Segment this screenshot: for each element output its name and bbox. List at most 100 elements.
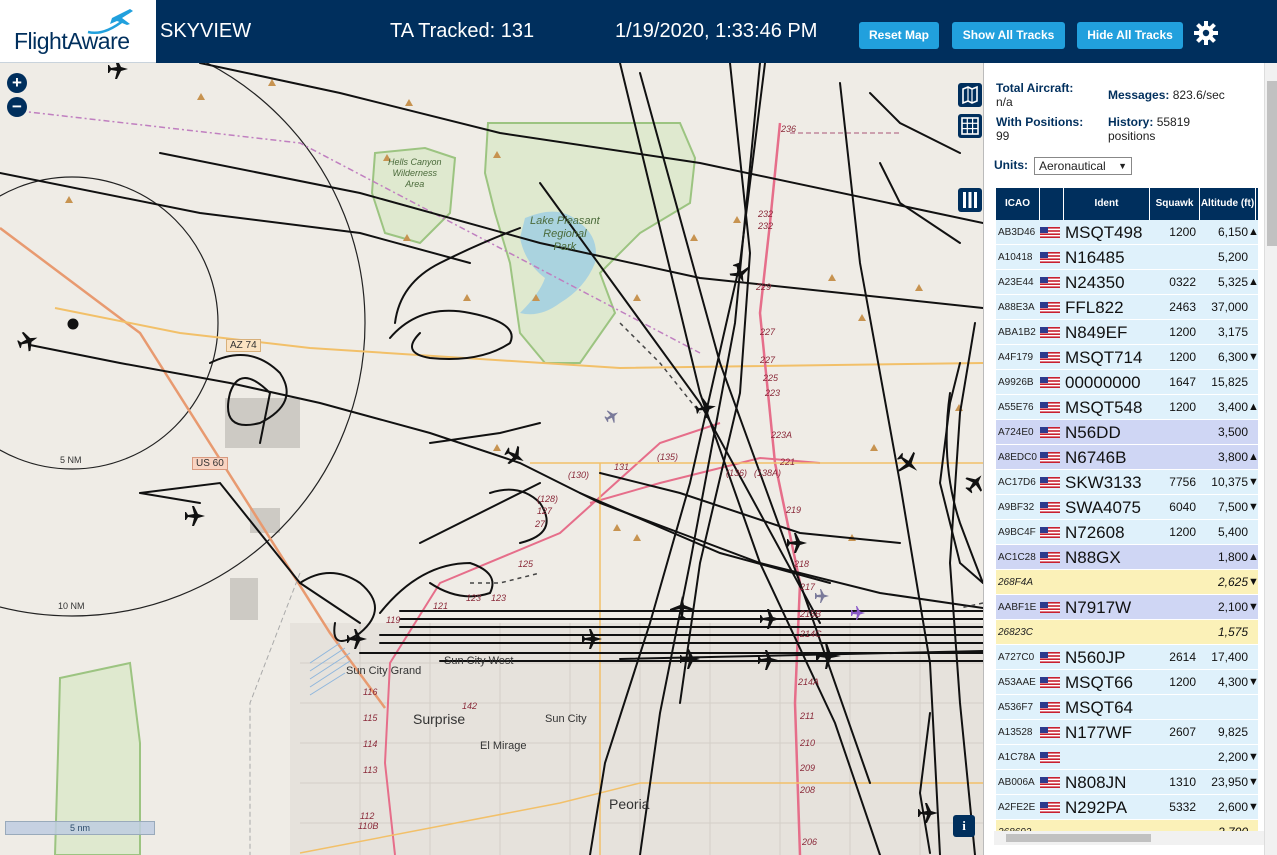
altitude-trend-cell: ▲: [1248, 451, 1258, 463]
altitude-cell: 2,200: [1217, 750, 1248, 764]
messages-stat: Messages: 823.6/sec: [1108, 88, 1225, 102]
table-row[interactable]: A536F7 MSQT64: [996, 695, 1258, 720]
zoom-in-button[interactable]: +: [7, 73, 27, 93]
table-row[interactable]: AC17D6 SKW3133 7756 10,375 ▼: [996, 470, 1258, 495]
exit-label: 227: [760, 327, 776, 337]
exit-label: 232: [758, 221, 774, 231]
horizontal-scroll-thumb[interactable]: [1006, 834, 1151, 842]
show-all-tracks-button[interactable]: Show All Tracks: [952, 22, 1065, 49]
vertical-scrollbar[interactable]: [1264, 63, 1277, 855]
altitude-trend-cell: ▼: [1248, 751, 1258, 763]
squawk-cell: 1200: [1169, 400, 1196, 414]
ident-cell: MSQT64: [1065, 698, 1134, 717]
hide-all-tracks-button[interactable]: Hide All Tracks: [1077, 22, 1183, 49]
flag-cell: [1040, 802, 1060, 813]
table-row[interactable]: A724E0 N56DD 3,500: [996, 420, 1258, 445]
ident-cell: MSQT548: [1065, 398, 1143, 417]
table-row[interactable]: A1C78A 2,200 ▼: [996, 745, 1258, 770]
column-altitude[interactable]: Altitude (ft): [1200, 188, 1256, 220]
table-row[interactable]: AABF1E N7917W 2,100 ▼: [996, 595, 1258, 620]
flag-cell: [1040, 252, 1060, 263]
altitude-trend-cell: [1248, 245, 1258, 270]
icao-cell: A55E76: [998, 402, 1034, 413]
altitude-trend-cell: ▲: [1248, 551, 1258, 563]
exit-label: 215B: [800, 609, 822, 619]
icao-cell: A536F7: [998, 702, 1034, 713]
us-flag-icon: [1040, 752, 1060, 763]
column-icao[interactable]: ICAO: [996, 188, 1040, 220]
squawk-cell: [1146, 695, 1196, 720]
table-row[interactable]: 26823C 1,575: [996, 620, 1258, 645]
column-ident[interactable]: Ident: [1064, 188, 1150, 220]
exit-label: 214A: [798, 677, 820, 687]
table-row[interactable]: A13528 N177WF 2607 9,825: [996, 720, 1258, 745]
ident-cell: N56DD: [1065, 423, 1121, 442]
map-view[interactable]: Hells Canyon Wilderness Area Lake Pleasa…: [0, 63, 983, 855]
table-row[interactable]: A9BF32 SWA4075 6040 7,500 ▼: [996, 495, 1258, 520]
table-row[interactable]: A4F179 MSQT714 1200 6,300 ▼: [996, 345, 1258, 370]
altitude-cell: 17,400: [1211, 650, 1248, 664]
altitude-cell: 15,825: [1211, 375, 1248, 389]
exit-label: 127: [537, 506, 553, 516]
exit-label: (138A): [754, 468, 782, 478]
table-row[interactable]: A55E76 MSQT548 1200 3,400 ▲: [996, 395, 1258, 420]
reset-map-button[interactable]: Reset Map: [859, 22, 939, 49]
us-flag-icon: [1040, 402, 1060, 413]
table-row[interactable]: AB3D46 MSQT498 1200 6,150 ▲: [996, 220, 1258, 245]
squawk-cell: [1146, 445, 1196, 470]
column-squawk[interactable]: Squawk: [1150, 188, 1200, 220]
table-row[interactable]: ABA1B2 N849EF 1200 3,175: [996, 320, 1258, 345]
icao-cell: A23E44: [998, 277, 1034, 288]
table-row[interactable]: 268F4A 2,625 ▼: [996, 570, 1258, 595]
flightaware-logo[interactable]: FlightAware: [0, 0, 156, 63]
exit-label: 218: [794, 559, 810, 569]
exit-label: 206: [802, 837, 818, 847]
table-row[interactable]: AB006A N808JN 1310 23,950 ▼: [996, 770, 1258, 795]
gear-icon[interactable]: [1193, 20, 1219, 46]
table-row[interactable]: A9926B 00000000 1647 15,825: [996, 370, 1258, 395]
exit-label: 225: [763, 373, 779, 383]
table-row[interactable]: A53AAE MSQT66 1200 4,300 ▼: [996, 670, 1258, 695]
app-title: SKYVIEW: [160, 20, 252, 42]
horizontal-scrollbar[interactable]: [994, 831, 1264, 845]
altitude-cell: 4,300: [1217, 675, 1248, 689]
vertical-scroll-thumb[interactable]: [1267, 81, 1277, 246]
icao-cell: AB006A: [998, 777, 1035, 788]
messages-label: Messages:: [1108, 88, 1170, 102]
table-row[interactable]: A23E44 N24350 0322 5,325 ▲: [996, 270, 1258, 295]
ident-cell: N560JP: [1065, 648, 1126, 667]
altitude-cell: 9,825: [1217, 725, 1248, 739]
ident-cell: [1065, 745, 1151, 770]
flag-cell: [1040, 727, 1060, 738]
exit-label: 119: [386, 615, 401, 625]
flag-cell: [1040, 552, 1060, 563]
altitude-trend-cell: [1248, 520, 1258, 545]
total-aircraft-stat: Total Aircraft: n/a: [996, 81, 1073, 109]
table-row[interactable]: A9BC4F N72608 1200 5,400: [996, 520, 1258, 545]
info-button[interactable]: i: [953, 815, 975, 837]
columns-icon[interactable]: [958, 188, 982, 212]
flag-cell: [1040, 652, 1060, 663]
ident-cell: N7917W: [1065, 598, 1132, 617]
flag-cell: [1040, 752, 1060, 763]
icao-cell: AB3D46: [998, 227, 1036, 238]
table-row[interactable]: A10418 N16485 5,200: [996, 245, 1258, 270]
table-row[interactable]: A8EDC0 N6746B 3,800 ▲: [996, 445, 1258, 470]
altitude-cell: 1,800: [1217, 550, 1248, 564]
with-positions-label: With Positions:: [996, 115, 1084, 129]
table-row[interactable]: A727C0 N560JP 2614 17,400: [996, 645, 1258, 670]
altitude-cell: 5,200: [1217, 250, 1248, 264]
table-row[interactable]: A2FE2E N292PA 5332 2,600 ▼: [996, 795, 1258, 820]
column-flag[interactable]: [1040, 188, 1064, 220]
altitude-trend-cell: [1248, 295, 1258, 320]
grid-icon[interactable]: [958, 114, 982, 138]
flag-cell: [1040, 677, 1060, 688]
exit-label: 115: [363, 713, 378, 723]
units-select[interactable]: Aeronautical ▼: [1034, 157, 1132, 175]
zoom-out-button[interactable]: −: [7, 97, 27, 117]
table-row[interactable]: AC1C28 N88GX 1,800 ▲: [996, 545, 1258, 570]
exit-label: 121: [433, 601, 449, 611]
table-row[interactable]: A88E3A FFL822 2463 37,000: [996, 295, 1258, 320]
us-flag-icon: [1040, 352, 1060, 363]
layers-icon[interactable]: [958, 83, 982, 107]
